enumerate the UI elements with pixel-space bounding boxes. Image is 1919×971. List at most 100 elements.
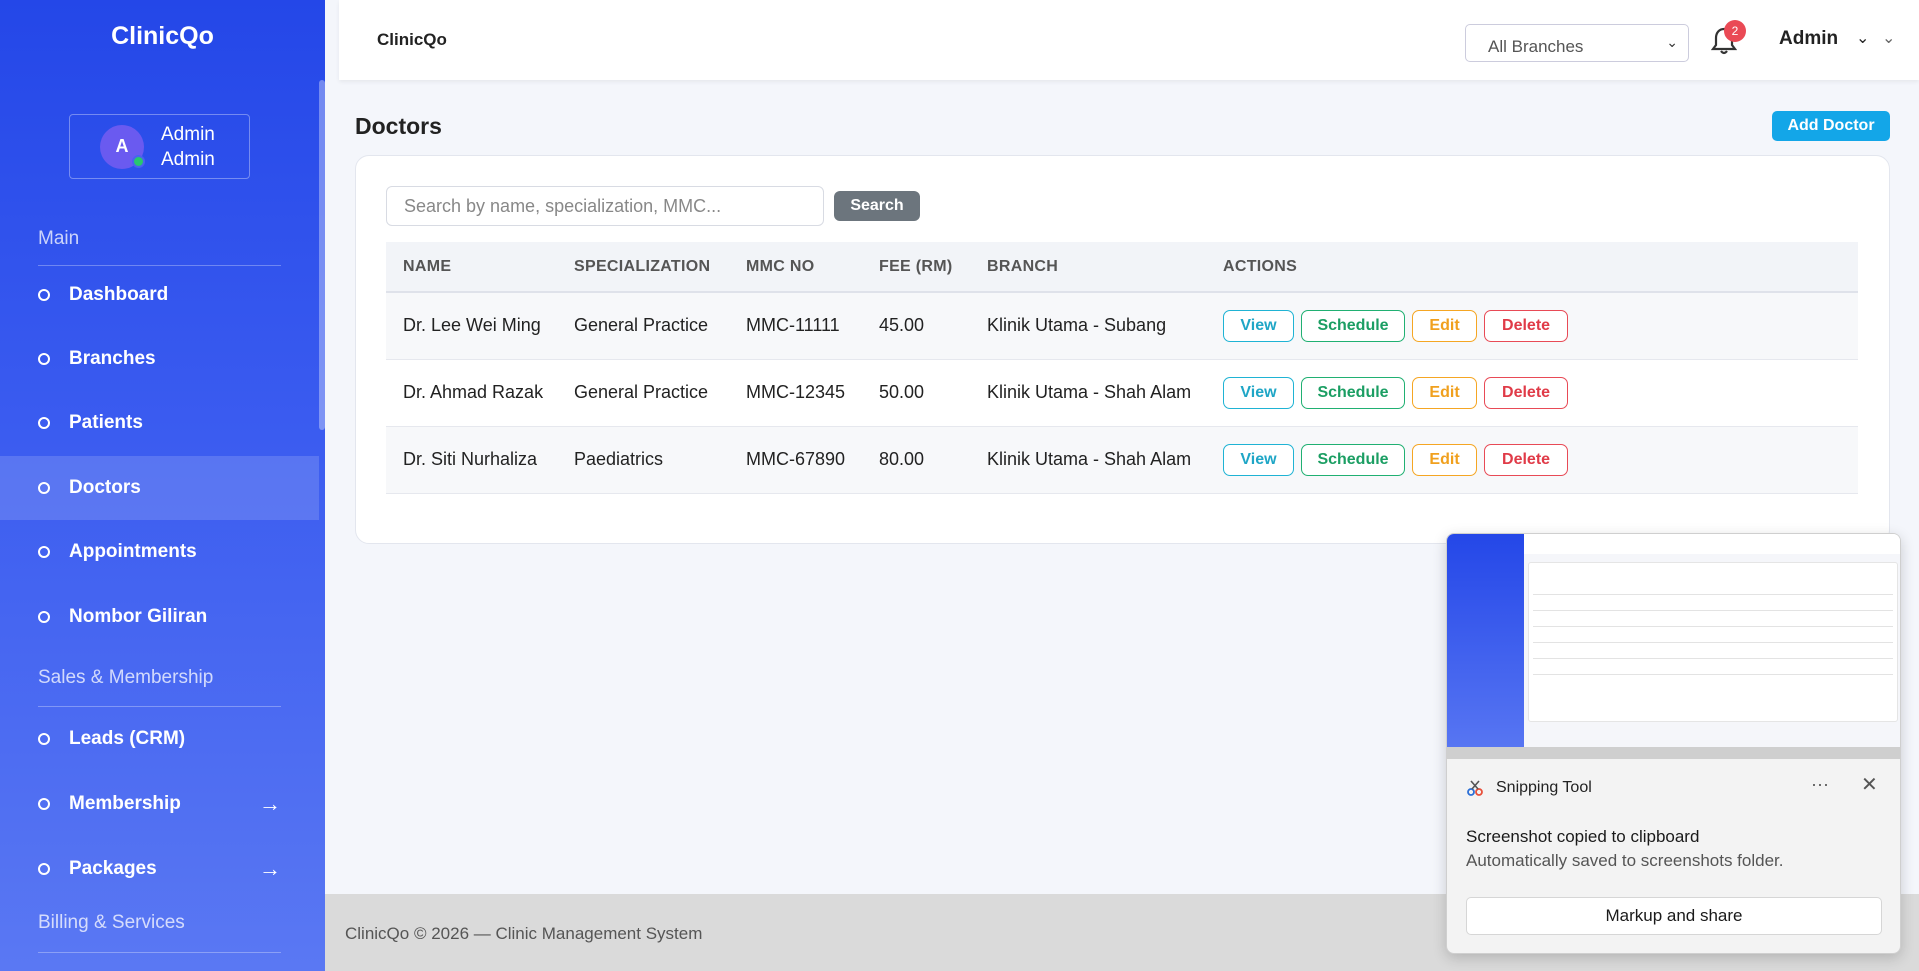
arrow-right-icon: →: [259, 791, 281, 816]
thumbnail-row-line: [1533, 642, 1893, 643]
doctor-specialization: Paediatrics: [574, 449, 664, 469]
topbar: ClinicQo All Branches ⌄ 2 Admin ⌄ ⌄: [339, 0, 1919, 80]
online-status-icon: [132, 154, 145, 168]
sidebar-item-label: Doctors: [69, 477, 141, 498]
add-doctor-button[interactable]: Add Doctor: [1772, 111, 1890, 141]
doctor-mmc: MMC-11111: [746, 315, 840, 336]
circle-bullet-icon: [38, 482, 50, 494]
notification-badge: 2: [1724, 20, 1746, 42]
topbar-app-title: ClinicQo: [377, 30, 447, 49]
thumbnail-row-line: [1533, 610, 1893, 611]
sidebar-item-label: Leads (CRM): [69, 728, 186, 749]
sidebar-item-label: Appointments: [69, 541, 197, 562]
doctor-fee: 80.00: [879, 449, 925, 469]
thumbnail-row-line: [1533, 658, 1893, 659]
circle-bullet-icon: [38, 546, 50, 558]
page-title: Doctors: [355, 113, 442, 139]
row-actions: View Schedule Edit Delete: [1206, 426, 1858, 493]
column-header-name: NAME: [386, 242, 557, 293]
edit-button[interactable]: Edit: [1412, 309, 1478, 342]
search-button[interactable]: Search: [834, 191, 920, 221]
circle-bullet-icon: [38, 611, 50, 623]
chevron-down-icon[interactable]: ⌄: [1882, 28, 1895, 48]
circle-bullet-icon: [38, 353, 50, 365]
notification-subtitle: Automatically saved to screenshots folde…: [1466, 851, 1784, 870]
branch-select-value: All Branches: [1488, 37, 1584, 56]
notification-title: Screenshot copied to clipboard: [1466, 827, 1700, 846]
section-divider: [38, 952, 281, 953]
arrow-right-icon: →: [259, 856, 281, 881]
thumbnail-topbar: [1524, 534, 1900, 554]
delete-button[interactable]: Delete: [1484, 376, 1569, 409]
markup-and-share-button[interactable]: Markup and share: [1466, 897, 1882, 935]
sidebar-item-leads[interactable]: Leads (CRM): [0, 707, 319, 771]
doctor-name: Dr. Ahmad Razak: [403, 382, 544, 402]
sidebar-item-label: Patients: [69, 412, 143, 433]
schedule-button[interactable]: Schedule: [1301, 309, 1406, 342]
doctor-fee: 50.00: [879, 382, 925, 402]
scissors-icon: [1467, 780, 1483, 796]
sidebar-item-doctors[interactable]: Doctors: [0, 456, 319, 520]
sidebar-item-packages[interactable]: Packages →: [0, 837, 319, 901]
sidebar-item-patients[interactable]: Patients: [0, 391, 319, 455]
close-icon[interactable]: ✕: [1861, 772, 1878, 797]
footer-text: ClinicQo © 2026 — Clinic Management Syst…: [345, 924, 703, 943]
sidebar-item-membership[interactable]: Membership →: [0, 772, 319, 836]
delete-button[interactable]: Delete: [1484, 443, 1569, 476]
edit-button[interactable]: Edit: [1412, 376, 1478, 409]
view-button[interactable]: View: [1223, 309, 1294, 342]
user-name: Admin: [161, 123, 215, 145]
sidebar-item-label: Dashboard: [69, 284, 169, 305]
doctor-specialization: General Practice: [574, 315, 709, 336]
table-row: Dr. Lee Wei Ming General Practice MMC-11…: [386, 292, 1858, 359]
row-actions: View Schedule Edit Delete: [1206, 359, 1858, 426]
circle-bullet-icon: [38, 289, 50, 301]
doctor-mmc: MMC-12345: [746, 382, 846, 402]
circle-bullet-icon: [38, 798, 50, 810]
table-header-row: NAME SPECIALIZATION MMC NO FEE (RM) BRAN…: [386, 242, 1858, 293]
doctor-branch: Klinik Utama - Shah Alam: [987, 449, 1192, 469]
schedule-button[interactable]: Schedule: [1301, 443, 1406, 476]
sidebar-item-branches[interactable]: Branches: [0, 327, 319, 391]
thumbnail-footer: [1447, 747, 1900, 759]
view-button[interactable]: View: [1223, 376, 1294, 409]
thumbnail-row-line: [1533, 626, 1893, 627]
branch-select[interactable]: All Branches ⌄: [1465, 24, 1689, 62]
doctor-fee: 45.00: [879, 315, 925, 336]
admin-menu[interactable]: Admin: [1779, 28, 1838, 50]
doctor-name: Dr. Lee Wei Ming: [403, 315, 541, 336]
chevron-down-icon: ⌄: [1666, 34, 1678, 50]
circle-bullet-icon: [38, 417, 50, 429]
section-label-sales: Sales & Membership: [38, 667, 214, 688]
chevron-down-icon[interactable]: ⌄: [1856, 28, 1869, 48]
thumbnail-row-line: [1533, 674, 1893, 675]
sidebar-item-appointments[interactable]: Appointments: [0, 520, 319, 584]
sidebar-scrollbar[interactable]: [319, 80, 325, 430]
column-header-actions: ACTIONS: [1206, 242, 1858, 293]
section-label-billing: Billing & Services: [38, 912, 185, 933]
sidebar-item-nombor-giliran[interactable]: Nombor Giliran: [0, 585, 319, 649]
sidebar-item-dashboard[interactable]: Dashboard: [0, 263, 319, 327]
doctors-table: NAME SPECIALIZATION MMC NO FEE (RM) BRAN…: [386, 242, 1858, 494]
doctor-name: Dr. Siti Nurhaliza: [403, 449, 538, 469]
user-role: Admin: [161, 148, 215, 170]
more-options-icon[interactable]: ···: [1811, 774, 1829, 795]
column-header-fee: FEE (RM): [862, 242, 970, 293]
search-input[interactable]: [386, 186, 824, 226]
screenshot-thumbnail[interactable]: [1447, 534, 1900, 759]
doctor-mmc: MMC-67890: [746, 449, 846, 469]
sidebar-item-label: Branches: [69, 348, 156, 369]
avatar-initial: A: [115, 136, 129, 156]
column-header-mmc: MMC NO: [729, 242, 862, 293]
edit-button[interactable]: Edit: [1412, 443, 1478, 476]
user-card[interactable]: A Admin Admin: [69, 114, 250, 179]
sidebar-item-label: Packages: [69, 858, 157, 879]
view-button[interactable]: View: [1223, 443, 1294, 476]
snipping-tool-notification[interactable]: Snipping Tool ··· ✕ Screenshot copied to…: [1446, 533, 1901, 954]
schedule-button[interactable]: Schedule: [1301, 376, 1406, 409]
delete-button[interactable]: Delete: [1484, 309, 1569, 342]
column-header-specialization: SPECIALIZATION: [557, 242, 729, 293]
doctor-branch: Klinik Utama - Shah Alam: [987, 382, 1192, 402]
sidebar-brand[interactable]: ClinicQo: [0, 0, 325, 76]
doctor-specialization: General Practice: [574, 382, 709, 402]
